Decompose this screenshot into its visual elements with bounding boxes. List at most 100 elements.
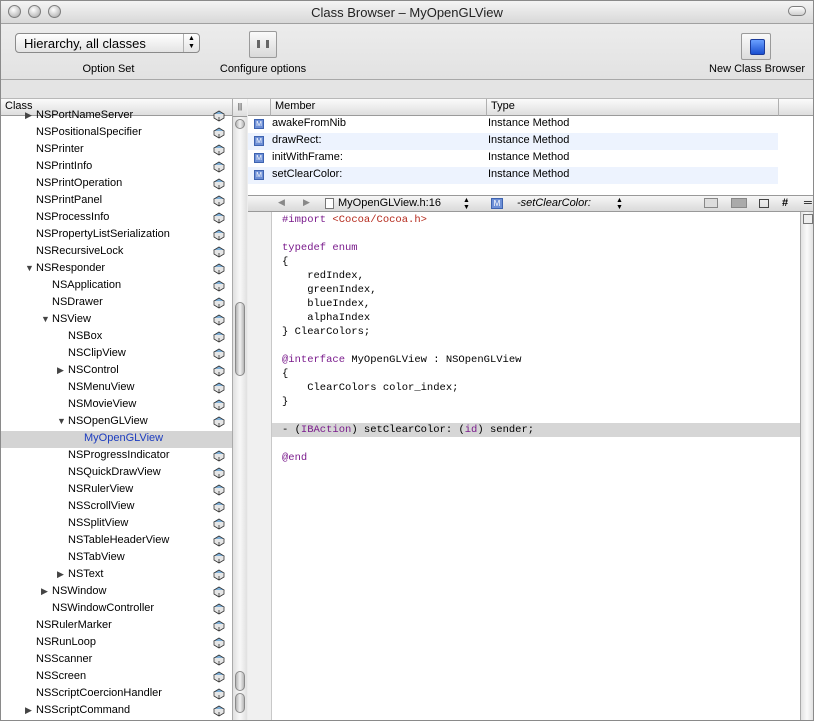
class-row[interactable]: NSPrinter: [1, 142, 232, 159]
icon-column-header[interactable]: [248, 99, 270, 116]
documentation-book-icon[interactable]: [213, 467, 225, 479]
split-editor-icon[interactable]: [803, 214, 813, 224]
class-row[interactable]: ▶ NSPortNameServer: [1, 108, 232, 125]
documentation-book-icon[interactable]: [213, 382, 225, 394]
documentation-book-icon[interactable]: [213, 637, 225, 649]
class-row[interactable]: NSApplication: [1, 278, 232, 295]
documentation-book-icon[interactable]: [213, 535, 225, 547]
documentation-book-icon[interactable]: [213, 280, 225, 292]
class-row[interactable]: NSPrintPanel: [1, 193, 232, 210]
class-row[interactable]: ▼ NSOpenGLView: [1, 414, 232, 431]
new-class-browser-button[interactable]: [741, 33, 771, 60]
class-row[interactable]: MyOpenGLView: [1, 431, 232, 448]
class-row[interactable]: ▶ NSControl: [1, 363, 232, 380]
class-row[interactable]: NSClipView: [1, 346, 232, 363]
documentation-book-icon[interactable]: [213, 331, 225, 343]
symbol-popup[interactable]: -setClearColor:: [517, 197, 591, 209]
documentation-book-icon[interactable]: [213, 178, 225, 190]
class-row[interactable]: NSPrintInfo: [1, 159, 232, 176]
class-row[interactable]: NSMovieView: [1, 397, 232, 414]
documentation-book-icon[interactable]: [213, 416, 225, 428]
documentation-book-icon[interactable]: [213, 348, 225, 360]
forward-arrow-icon[interactable]: ▶: [303, 197, 310, 208]
documentation-book-icon[interactable]: [213, 212, 225, 224]
class-row[interactable]: NSTableHeaderView: [1, 533, 232, 550]
disclosure-closed-icon[interactable]: ▶: [57, 365, 64, 376]
documentation-book-icon[interactable]: [213, 246, 225, 258]
member-row[interactable]: MinitWithFrame: Instance Method: [248, 150, 778, 167]
documentation-book-icon[interactable]: [213, 586, 225, 598]
code-editor[interactable]: #import <Cocoa/Cocoa.h> typedef enum{ red…: [272, 212, 800, 720]
member-row[interactable]: MsetClearColor: Instance Method: [248, 167, 778, 184]
documentation-book-icon[interactable]: [213, 552, 225, 564]
class-row[interactable]: ▼ NSResponder: [1, 261, 232, 278]
scroll-down-arrow[interactable]: [235, 693, 245, 713]
file-popup[interactable]: MyOpenGLView.h:16: [338, 197, 441, 209]
member-row[interactable]: MawakeFromNib Instance Method: [248, 116, 778, 133]
class-row[interactable]: NSPropertyListSerialization: [1, 227, 232, 244]
documentation-book-icon[interactable]: [213, 144, 225, 156]
class-row[interactable]: NSSplitView: [1, 516, 232, 533]
counterpart-icon[interactable]: [759, 199, 769, 208]
back-arrow-icon[interactable]: ◀: [278, 197, 285, 208]
documentation-book-icon[interactable]: [213, 450, 225, 462]
disclosure-closed-icon[interactable]: ▶: [25, 705, 32, 716]
documentation-book-icon[interactable]: [213, 297, 225, 309]
documentation-book-icon[interactable]: [213, 127, 225, 139]
class-row[interactable]: NSScrollView: [1, 499, 232, 516]
documentation-book-icon[interactable]: [213, 484, 225, 496]
option-set-popup[interactable]: Hierarchy, all classes ▲ ▼: [15, 33, 200, 53]
documentation-book-icon[interactable]: [213, 569, 225, 581]
class-row[interactable]: NSRulerView: [1, 482, 232, 499]
class-row[interactable]: NSTabView: [1, 550, 232, 567]
documentation-book-icon[interactable]: [213, 654, 225, 666]
scroll-up-arrow[interactable]: [235, 671, 245, 691]
scroll-thumb[interactable]: [235, 302, 245, 376]
documentation-book-icon[interactable]: [213, 501, 225, 513]
disclosure-closed-icon[interactable]: ▶: [25, 110, 32, 121]
class-row[interactable]: ▶ NSScriptCommand: [1, 703, 232, 720]
documentation-book-icon[interactable]: [213, 603, 225, 615]
documentation-book-icon[interactable]: [213, 314, 225, 326]
editor-scrollbar[interactable]: [800, 212, 813, 720]
documentation-book-icon[interactable]: [213, 705, 225, 717]
class-row[interactable]: NSScanner: [1, 652, 232, 669]
documentation-book-icon[interactable]: [213, 229, 225, 241]
documentation-book-icon[interactable]: [213, 671, 225, 683]
member-row[interactable]: MdrawRect: Instance Method: [248, 133, 778, 150]
class-row[interactable]: NSDrawer: [1, 295, 232, 312]
documentation-book-icon[interactable]: [213, 688, 225, 700]
splitter-handle[interactable]: ||: [233, 99, 247, 117]
bookmarks-icon[interactable]: [704, 198, 718, 208]
class-row[interactable]: ▶ NSText: [1, 567, 232, 584]
documentation-book-icon[interactable]: [213, 161, 225, 173]
configure-options-button[interactable]: [249, 31, 277, 58]
class-row[interactable]: NSWindowController: [1, 601, 232, 618]
documentation-book-icon[interactable]: [213, 399, 225, 411]
toolbar-toggle-button[interactable]: [788, 6, 806, 16]
class-row[interactable]: NSPrintOperation: [1, 176, 232, 193]
class-row[interactable]: NSRulerMarker: [1, 618, 232, 635]
type-column-header[interactable]: Type: [486, 99, 778, 116]
class-row[interactable]: NSScriptCoercionHandler: [1, 686, 232, 703]
class-row[interactable]: NSPositionalSpecifier: [1, 125, 232, 142]
class-row[interactable]: ▼ NSView: [1, 312, 232, 329]
class-row[interactable]: NSProcessInfo: [1, 210, 232, 227]
documentation-book-icon[interactable]: [213, 110, 225, 122]
class-list-scrollbar[interactable]: ||: [232, 99, 247, 720]
class-row[interactable]: NSMenuView: [1, 380, 232, 397]
split-view-icon[interactable]: ═: [804, 197, 812, 209]
class-row[interactable]: NSBox: [1, 329, 232, 346]
documentation-book-icon[interactable]: [213, 263, 225, 275]
breakpoints-icon[interactable]: [731, 198, 747, 208]
disclosure-closed-icon[interactable]: ▶: [41, 586, 48, 597]
documentation-book-icon[interactable]: [213, 518, 225, 530]
disclosure-open-icon[interactable]: ▼: [25, 263, 34, 273]
disclosure-closed-icon[interactable]: ▶: [57, 569, 64, 580]
class-row[interactable]: NSScreen: [1, 669, 232, 686]
class-row[interactable]: NSRunLoop: [1, 635, 232, 652]
class-row[interactable]: NSProgressIndicator: [1, 448, 232, 465]
member-column-header[interactable]: Member: [270, 99, 486, 116]
documentation-book-icon[interactable]: [213, 195, 225, 207]
disclosure-open-icon[interactable]: ▼: [57, 416, 66, 426]
